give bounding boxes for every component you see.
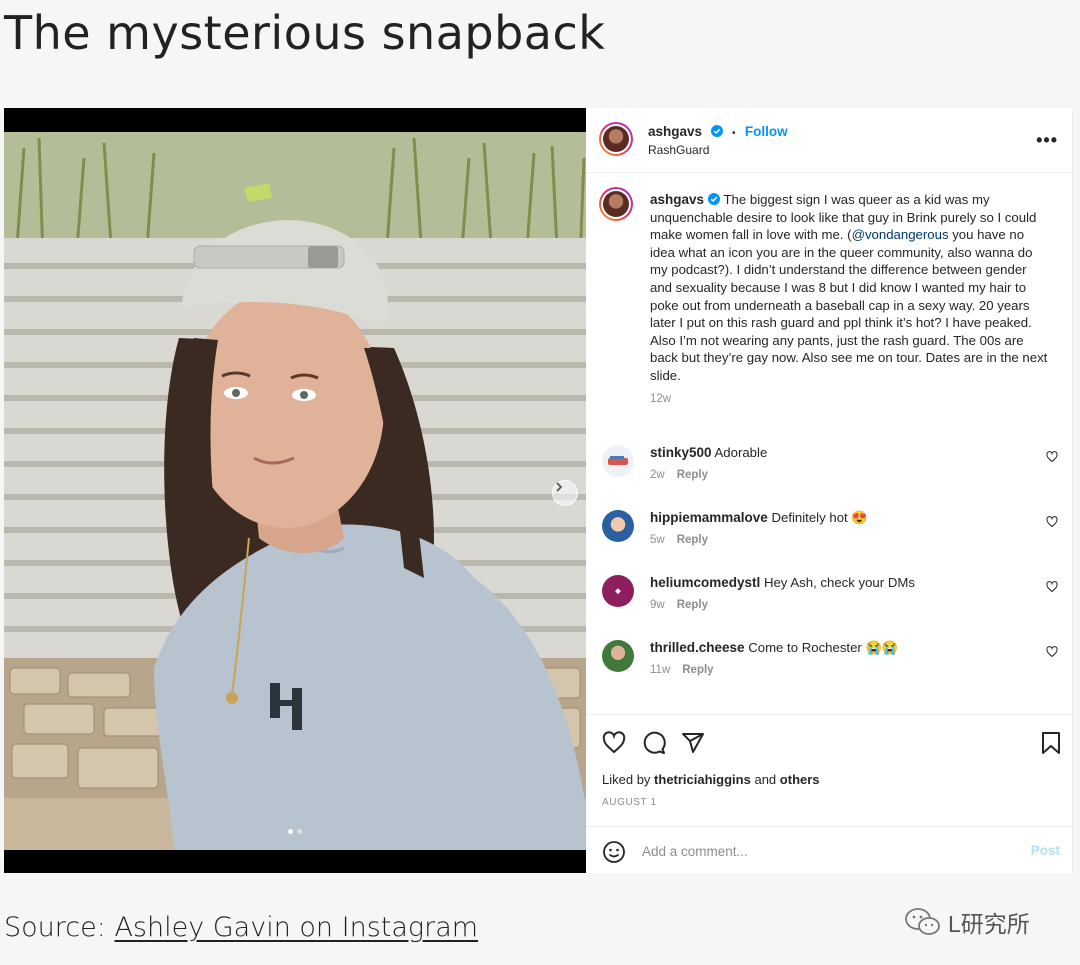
source-prefix: Source:	[4, 912, 106, 943]
comment-age: 2w	[650, 469, 665, 481]
more-options-icon[interactable]: •••	[1036, 130, 1058, 151]
post-comment-button[interactable]: Post	[1031, 843, 1060, 858]
comment-age: 5w	[650, 534, 665, 546]
comment-icon[interactable]	[642, 731, 666, 755]
instagram-embed: ashgavs • Follow RashGuard ••• ashgavs T…	[4, 108, 1073, 873]
like-comment-heart-icon[interactable]	[1046, 581, 1058, 593]
comments-scroll[interactable]: ashgavs The biggest sign I was queer as …	[586, 173, 1072, 713]
like-comment-heart-icon[interactable]	[1046, 646, 1058, 658]
comment-body: Adorable	[714, 445, 768, 460]
comment-body: Definitely hot 😍	[771, 510, 868, 525]
comment-username[interactable]: hippiemammalove	[650, 510, 768, 525]
liked-by-prefix: Liked by	[602, 772, 651, 787]
comment-username[interactable]: stinky500	[650, 445, 712, 460]
source-credit: Source: Ashley Gavin on Instagram	[4, 912, 478, 943]
reply-button[interactable]: Reply	[677, 599, 708, 611]
watermark-text: L研究所	[948, 911, 1030, 937]
caption-age: 12w	[650, 392, 672, 405]
comment-text: stinky500 Adorable	[650, 445, 1030, 460]
post-caption: ashgavs The biggest sign I was queer as …	[650, 191, 1050, 408]
wechat-icon	[905, 908, 940, 935]
comment-text: hippiemammalove Definitely hot 😍	[650, 510, 1030, 526]
reply-button[interactable]: Reply	[677, 534, 708, 546]
carousel-indicator	[288, 829, 302, 834]
bookmark-icon[interactable]	[1040, 731, 1062, 755]
post-subtitle[interactable]: RashGuard	[648, 143, 709, 157]
commenter-avatar[interactable]: ◆	[602, 575, 634, 607]
helium-logo-icon: ◆	[615, 588, 621, 595]
post-date[interactable]: AUGUST 1	[602, 797, 657, 808]
comment-input[interactable]	[640, 839, 1004, 863]
comment-age: 11w	[650, 664, 671, 676]
verified-badge-icon	[710, 125, 723, 137]
photo-illustration	[4, 108, 586, 873]
comment-meta: 5w Reply	[650, 534, 720, 546]
liked-by-and: and	[754, 772, 777, 787]
comment-username[interactable]: heliumcomedystl	[650, 575, 760, 590]
emoji-icon[interactable]	[602, 840, 626, 864]
commenter-avatar[interactable]	[602, 445, 634, 477]
watermark: L研究所	[904, 905, 1030, 939]
liked-by-others[interactable]: others	[780, 772, 820, 787]
add-comment-bar: Post	[586, 826, 1072, 874]
caption-mention[interactable]: @vondangerous	[852, 227, 949, 242]
carousel-dot	[297, 829, 302, 834]
post-actions: Liked by thetriciahiggins and others AUG…	[586, 714, 1072, 827]
author-avatar[interactable]	[599, 122, 633, 156]
next-photo-icon	[556, 482, 563, 492]
likes-summary: Liked by thetriciahiggins and others	[602, 772, 820, 787]
comment-meta: 11w Reply	[650, 664, 726, 676]
caption-username[interactable]: ashgavs	[650, 192, 704, 207]
comment-username[interactable]: thrilled.cheese	[650, 640, 745, 655]
post-panel: ashgavs • Follow RashGuard ••• ashgavs T…	[586, 108, 1072, 873]
caption-text-part2: you have no idea what an icon you are in…	[650, 227, 1048, 383]
source-link[interactable]: Ashley Gavin on Instagram	[114, 912, 478, 943]
page-headline: The mysterious snapback	[4, 6, 606, 60]
comment-age: 9w	[650, 599, 665, 611]
heart-icon[interactable]	[602, 731, 626, 755]
like-comment-heart-icon[interactable]	[1046, 451, 1058, 463]
reply-button[interactable]: Reply	[682, 664, 713, 676]
reply-button[interactable]: Reply	[677, 469, 708, 481]
caption-avatar[interactable]	[599, 187, 633, 221]
commenter-avatar[interactable]	[602, 510, 634, 542]
author-username[interactable]: ashgavs	[648, 124, 702, 139]
share-icon[interactable]	[681, 731, 705, 755]
comment-body: Come to Rochester 😭😭	[748, 640, 899, 655]
header-separator: •	[731, 128, 736, 139]
post-header: ashgavs • Follow RashGuard •••	[586, 108, 1072, 173]
comment-text: heliumcomedystl Hey Ash, check your DMs	[650, 575, 1030, 590]
verified-badge-icon	[708, 193, 721, 205]
post-photo[interactable]	[4, 108, 586, 873]
follow-button[interactable]: Follow	[745, 124, 788, 139]
carousel-dot-active	[288, 829, 293, 834]
comment-meta: 2w Reply	[650, 469, 720, 481]
next-photo-button[interactable]	[552, 480, 578, 506]
liked-by-user[interactable]: thetriciahiggins	[654, 772, 751, 787]
comment-text: thrilled.cheese Come to Rochester 😭😭	[650, 640, 1030, 656]
commenter-avatar[interactable]	[602, 640, 634, 672]
like-comment-heart-icon[interactable]	[1046, 516, 1058, 528]
comment-body: Hey Ash, check your DMs	[763, 575, 915, 590]
comment-meta: 9w Reply	[650, 599, 720, 611]
